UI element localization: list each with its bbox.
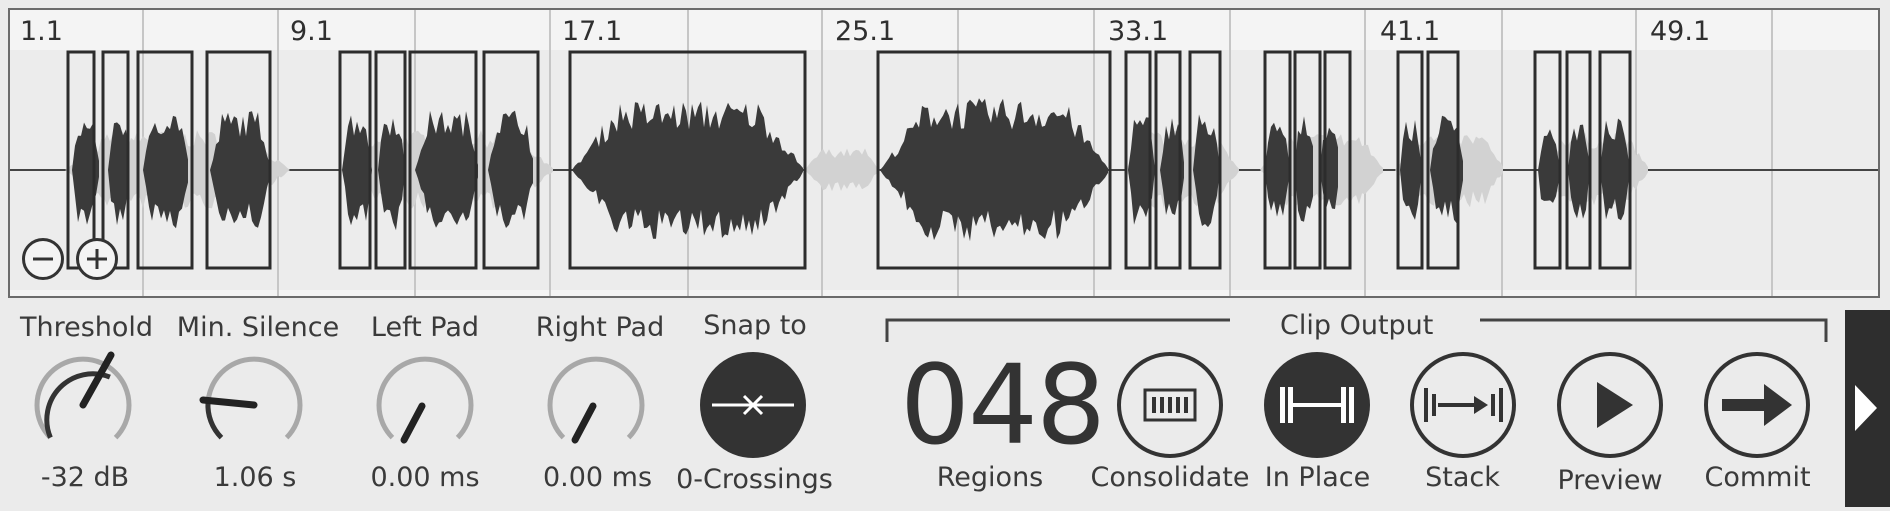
snap-to-value: 0-Crossings — [676, 464, 833, 495]
bar-label-17: 17.1 — [562, 16, 623, 47]
bar-label-9: 9.1 — [290, 16, 333, 47]
snap-to-button[interactable] — [698, 350, 808, 460]
left-pad-value: 0.00 ms — [370, 462, 480, 493]
clip-output-title: Clip Output — [1280, 310, 1434, 341]
right-pad-knob[interactable] — [541, 350, 651, 460]
preview-label: Preview — [1557, 465, 1663, 496]
stack-button[interactable] — [1408, 350, 1518, 460]
regions-label: Regions — [936, 462, 1044, 493]
expand-panel-tab[interactable] — [1845, 310, 1890, 507]
consolidate-button[interactable] — [1115, 350, 1225, 460]
right-pad-value: 0.00 ms — [542, 462, 653, 493]
zoom-out-button[interactable] — [22, 238, 64, 280]
in-place-button[interactable] — [1262, 350, 1372, 460]
snap-to-label: Snap to — [703, 310, 807, 341]
stack-label: Stack — [1425, 462, 1500, 493]
bar-label-49: 49.1 — [1650, 16, 1711, 47]
play-icon — [1597, 382, 1633, 428]
arrow-right-icon — [1722, 384, 1792, 426]
right-pad-label: Right Pad — [535, 312, 665, 343]
commit-label: Commit — [1704, 462, 1811, 493]
bar-label-33: 33.1 — [1108, 16, 1169, 47]
threshold-knob[interactable] — [28, 350, 138, 460]
threshold-value: -32 dB — [40, 462, 130, 493]
min-silence-value: 1.06 s — [213, 462, 297, 493]
threshold-label: Threshold — [20, 312, 154, 343]
stack-icon — [1424, 388, 1503, 422]
waveform-display[interactable]: 1.1 9.1 17.1 25.1 33.1 41.1 49.1 — [8, 8, 1880, 298]
bar-label-25: 25.1 — [835, 16, 896, 47]
preview-button[interactable] — [1555, 350, 1665, 460]
left-pad-label: Left Pad — [370, 312, 480, 343]
chevron-right-icon — [1855, 385, 1877, 431]
plus-circle-icon — [87, 249, 107, 269]
waveform-canvas[interactable] — [10, 10, 1880, 298]
minus-circle-icon — [33, 257, 53, 261]
in-place-label: In Place — [1264, 462, 1371, 493]
strip-silence-panel: 1.1 9.1 17.1 25.1 33.1 41.1 49.1 Thresho… — [0, 0, 1890, 507]
left-pad-knob[interactable] — [370, 350, 480, 460]
min-silence-knob[interactable] — [199, 350, 309, 460]
zoom-in-button[interactable] — [76, 238, 118, 280]
bar-label-1: 1.1 — [20, 16, 63, 47]
regions-count: 048 — [900, 341, 1106, 469]
consolidate-label: Consolidate — [1090, 462, 1250, 493]
commit-button[interactable] — [1702, 350, 1812, 460]
bar-label-41: 41.1 — [1380, 16, 1441, 47]
consolidate-icon — [1143, 388, 1197, 422]
min-silence-label: Min. Silence — [176, 312, 340, 343]
